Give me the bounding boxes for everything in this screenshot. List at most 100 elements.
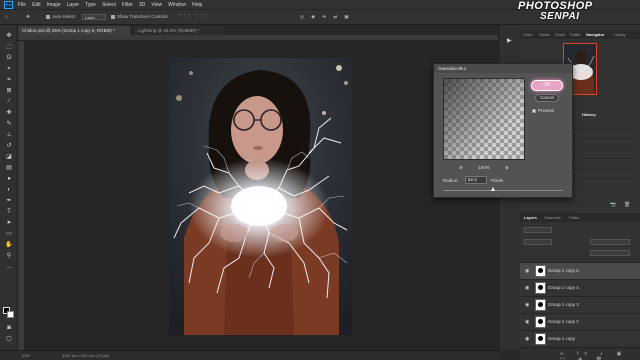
gradient-tool-icon[interactable]: ▤ (5, 165, 13, 172)
background-color-swatch[interactable] (7, 311, 14, 318)
menu-file[interactable]: File (18, 2, 26, 8)
tab-lightning[interactable]: Lightning @ 33.3% (RGB/8#) * (134, 26, 224, 35)
healing-tool-icon[interactable]: ✚ (5, 110, 13, 117)
marquee-tool-icon[interactable]: ⬚ (5, 44, 13, 51)
cancel-button[interactable]: Cancel (535, 94, 559, 102)
layer-thumbnail (535, 316, 546, 328)
opacity-field[interactable] (590, 239, 630, 245)
delete-state-icon[interactable]: 🗑 (624, 202, 630, 208)
crop-tool-icon[interactable]: ⌗ (5, 77, 13, 84)
document-image[interactable] (169, 58, 352, 335)
transform-controls-checkbox[interactable]: Show Transform Controls (111, 14, 168, 19)
path-select-tool-icon[interactable]: ➤ (5, 220, 13, 227)
target-dropdown[interactable]: Layer (82, 14, 106, 20)
edit-toolbar-icon[interactable]: … (5, 264, 13, 271)
history-brush-tool-icon[interactable]: ↺ (5, 143, 13, 150)
menu-view[interactable]: View (151, 2, 162, 8)
zoom-in-icon[interactable]: ⊕ (505, 165, 509, 171)
menu-window[interactable]: Window (168, 2, 186, 8)
layer-row[interactable]: ◉ Group 1 copy (520, 330, 640, 347)
layer-filter-dropdown[interactable] (524, 227, 552, 233)
quick-mask-icon[interactable]: ◙ (5, 325, 13, 332)
align-icons[interactable]: ⫶⫶⫶ ⫶⫶⫶ (180, 14, 209, 19)
dodge-tool-icon[interactable]: ◐ (5, 187, 13, 194)
tab-chidori[interactable]: Chidori.psd @ 25% (Group 1 copy 5, RGB/8… (18, 26, 130, 35)
radius-slider-track[interactable] (443, 190, 563, 191)
layers-footer: ∞ fx ◐ ▣ ▢ ✚ 🗑 (520, 347, 640, 360)
pen-tool-icon[interactable]: ✒ (5, 198, 13, 205)
document-info: 3167 px x 3311 px (72 ppi) (62, 353, 110, 358)
visibility-eye-icon[interactable]: ◉ (525, 302, 531, 308)
layer-name: Group 1 copy 2 (548, 319, 579, 324)
layer-thumbnail (535, 282, 546, 294)
tab-navigator[interactable]: Navigator (586, 32, 604, 37)
frame-tool-icon[interactable]: ⊠ (5, 88, 13, 95)
radius-slider-thumb[interactable] (491, 187, 496, 191)
visibility-eye-icon[interactable]: ◉ (525, 285, 531, 291)
dialog-title[interactable]: Gaussian Blur (434, 64, 572, 73)
visibility-eye-icon[interactable]: ◉ (525, 319, 531, 325)
top-panel-tabs: Color Swatc Gradi Patter Navigator Histo… (520, 30, 640, 39)
menu-edit[interactable]: Edit (32, 2, 41, 8)
tab-swatches[interactable]: Swatc (539, 32, 550, 37)
radius-unit-label: Pixels (491, 178, 504, 183)
auto-select-checkbox[interactable]: Auto-Select (46, 14, 75, 19)
layer-row[interactable]: ◉ Group 1 copy 2 (520, 313, 640, 330)
visibility-eye-icon[interactable]: ◉ (525, 336, 531, 342)
layer-name: Group 1 copy 5 (548, 268, 579, 273)
brush-tool-icon[interactable]: ✎ (5, 121, 13, 128)
move-tool-icon[interactable]: ✥ (26, 14, 30, 20)
menu-filter[interactable]: Filter (122, 2, 133, 8)
layer-row[interactable]: ◉ Group 1 copy 5 (520, 262, 640, 279)
menu-3d[interactable]: 3D (139, 2, 145, 8)
hand-tool-icon[interactable]: ✋ (5, 242, 13, 249)
tab-color[interactable]: Color (523, 32, 533, 37)
blend-mode-dropdown[interactable] (524, 239, 552, 245)
tab-histogram[interactable]: Histog (614, 32, 625, 37)
type-tool-icon[interactable]: T (5, 209, 13, 216)
visibility-eye-icon[interactable]: ◉ (525, 268, 531, 274)
menu-type[interactable]: Type (85, 2, 96, 8)
move-tool-icon[interactable]: ✥ (5, 33, 13, 40)
home-icon[interactable]: ⌂ (5, 14, 8, 19)
menu-help[interactable]: Help (192, 2, 202, 8)
layer-row[interactable]: ◉ Group 1 copy 3 (520, 296, 640, 313)
layer-thumbnail (535, 333, 546, 345)
create-snapshot-icon[interactable]: 📷 (610, 202, 616, 208)
menu-select[interactable]: Select (102, 2, 116, 8)
tab-paths[interactable]: Paths (569, 215, 579, 220)
zoom-tool-icon[interactable]: ⚲ (5, 253, 13, 260)
lasso-tool-icon[interactable]: ʘ (5, 55, 13, 62)
tab-channels[interactable]: Channels (544, 215, 561, 220)
zoom-readout[interactable]: 25% (22, 353, 30, 358)
layer-actions-icons[interactable]: ∞ fx ◐ ▣ ▢ ✚ 🗑 (560, 351, 640, 360)
tab-gradients[interactable]: Gradi (555, 32, 565, 37)
layer-name: Group 1 copy 4 (548, 285, 579, 290)
gaussian-blur-dialog: Gaussian Blur OK Cancel Preview ⊖ 100% ⊕… (433, 63, 573, 198)
rectangle-tool-icon[interactable]: ▭ (5, 231, 13, 238)
tab-layers[interactable]: Layers (524, 215, 537, 220)
menu-image[interactable]: Image (47, 2, 61, 8)
screen-mode-icon[interactable]: ▢ (5, 336, 13, 343)
preview-zoom-controls: ⊖ 100% ⊕ (443, 165, 525, 172)
eraser-tool-icon[interactable]: ◪ (5, 154, 13, 161)
eyedropper-tool-icon[interactable]: ⁄ (5, 99, 13, 106)
checkbox-icon (111, 14, 115, 19)
quick-select-tool-icon[interactable]: ⌖ (5, 66, 13, 73)
preview-label: Preview (538, 108, 555, 113)
stamp-tool-icon[interactable]: ⊥ (5, 132, 13, 139)
radius-input[interactable]: 52.4 (465, 176, 487, 184)
tools-panel: ✥ ⬚ ʘ ⌖ ⌗ ⊠ ⁄ ✚ ✎ ⊥ ↺ ◪ ▤ ● ◐ ✒ T ➤ ▭ ✋ … (0, 25, 18, 350)
layer-row[interactable]: ◉ Group 1 copy 4 (520, 279, 640, 296)
zoom-out-icon[interactable]: ⊖ (459, 165, 463, 171)
blur-tool-icon[interactable]: ● (5, 176, 13, 183)
play-icon[interactable]: ▶ (507, 37, 513, 44)
3d-mode-icons[interactable]: ◎ ◉ ✣ ⇄ ▣ (300, 14, 352, 20)
tab-patterns[interactable]: Patter (570, 32, 581, 37)
ok-button[interactable]: OK (531, 80, 563, 91)
tab-history[interactable]: History (582, 112, 596, 117)
document-tabs: Chidori.psd @ 25% (Group 1 copy 5, RGB/8… (18, 25, 498, 35)
preview-checkbox[interactable]: Preview (532, 108, 554, 113)
menu-layer[interactable]: Layer (67, 2, 80, 8)
fill-field[interactable] (590, 250, 630, 256)
